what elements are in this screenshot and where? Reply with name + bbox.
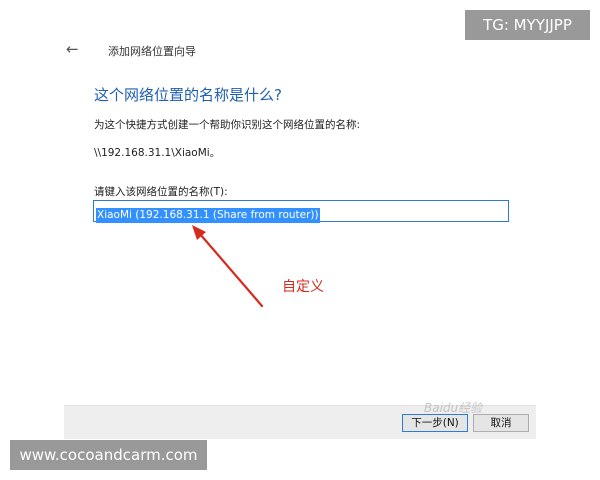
name-input[interactable]: XiaoMi (192.168.31.1 (Share from router)… [93, 200, 509, 223]
network-path-text: \\192.168.31.1\XiaoMi。 [94, 147, 221, 159]
page-heading: 这个网络位置的名称是什么? [94, 86, 282, 104]
description-text: 为这个快捷方式创建一个帮助你识别这个网络位置的名称: [94, 119, 361, 131]
annotation-label: 自定义 [282, 279, 324, 295]
name-field-label: 请键入该网络位置的名称(T): [94, 186, 228, 198]
wizard-title: 添加网络位置向导 [108, 45, 196, 58]
site-watermark-badge: www.cocoandcarm.com [10, 440, 207, 470]
next-button[interactable]: 下一步(N) [402, 414, 468, 432]
cancel-button[interactable]: 取消 [473, 414, 529, 432]
name-input-selected-text: XiaoMi (192.168.31.1 (Share from router)… [96, 208, 320, 223]
tg-watermark-badge: TG: MYYJJPP [465, 10, 590, 40]
back-arrow-icon[interactable]: ← [66, 41, 82, 57]
